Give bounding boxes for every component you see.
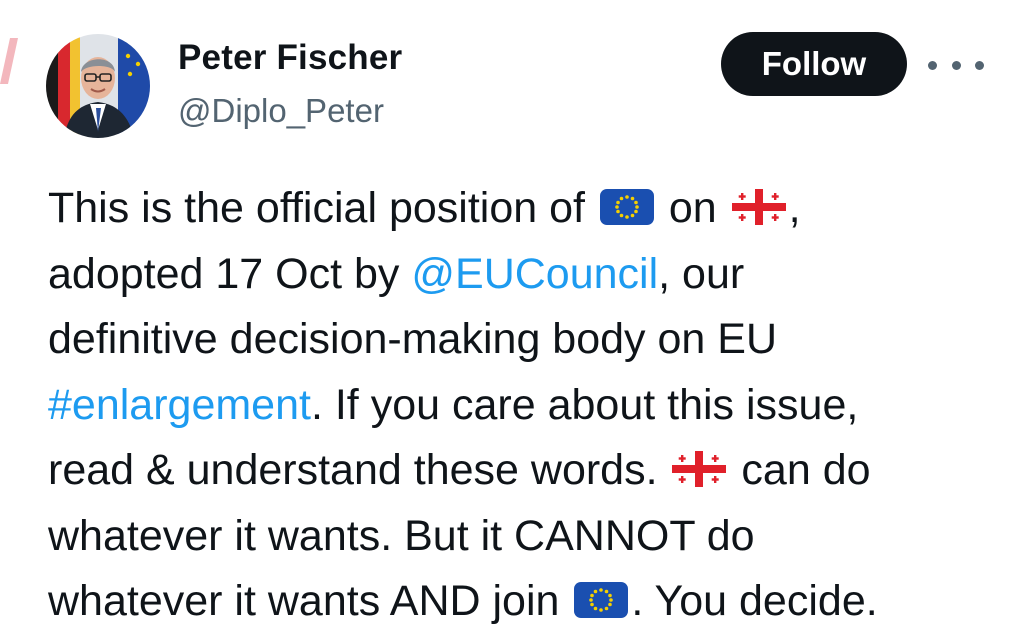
tweet-text-segment: , our bbox=[658, 249, 745, 298]
more-dot bbox=[928, 60, 937, 70]
more-dot bbox=[975, 60, 984, 70]
georgia-flag-icon bbox=[731, 188, 787, 226]
mention-link[interactable]: @EUCouncil bbox=[411, 250, 658, 298]
eu-flag-icon bbox=[599, 188, 655, 226]
eu-flag-icon bbox=[573, 581, 629, 619]
avatar[interactable] bbox=[46, 34, 150, 138]
georgia-flag-icon bbox=[671, 450, 727, 488]
follow-button[interactable]: Follow bbox=[721, 32, 907, 96]
tweet-text-segment: whatever it wants AND join bbox=[48, 577, 572, 625]
tweet-line: read & understand these words. can do bbox=[48, 438, 1008, 504]
tweet-text-segment: read & understand these words. bbox=[48, 446, 670, 494]
tweet-text-segment: This is the official position of bbox=[48, 184, 597, 232]
author-display-name[interactable]: Peter Fischer bbox=[178, 38, 402, 78]
tweet-text-segment: . If you care about this issue, bbox=[310, 380, 859, 429]
tweet-card: Peter Fischer @Diplo_Peter Follow This i… bbox=[0, 0, 1024, 636]
tweet-text-segment: adopted 17 Oct by bbox=[48, 249, 412, 298]
more-horizontal-icon[interactable] bbox=[928, 50, 984, 80]
tweet-line: definitive decision-making body on EU bbox=[48, 315, 778, 363]
tweet-text-segment: on bbox=[656, 184, 729, 232]
edge-fragment bbox=[0, 38, 18, 84]
tweet-line: #enlargement. If you care about this iss… bbox=[48, 373, 1008, 439]
tweet-text-segment: . You decide. bbox=[631, 577, 878, 625]
author-handle[interactable]: @Diplo_Peter bbox=[178, 92, 384, 130]
tweet-line: adopted 17 Oct by @EUCouncil, our bbox=[48, 242, 1008, 308]
tweet-text-segment: can do bbox=[729, 446, 871, 494]
tweet-text-segment: , bbox=[788, 184, 801, 232]
tweet-line: This is the official position of on , bbox=[48, 176, 1008, 242]
tweet-line: whatever it wants. But it CANNOT do bbox=[48, 511, 755, 560]
hashtag-link[interactable]: #enlargement bbox=[48, 381, 311, 429]
tweet-line: whatever it wants AND join . You decide. bbox=[48, 569, 1008, 635]
more-dot bbox=[951, 60, 961, 70]
tweet-text: This is the official position of on , ad… bbox=[48, 176, 1008, 635]
